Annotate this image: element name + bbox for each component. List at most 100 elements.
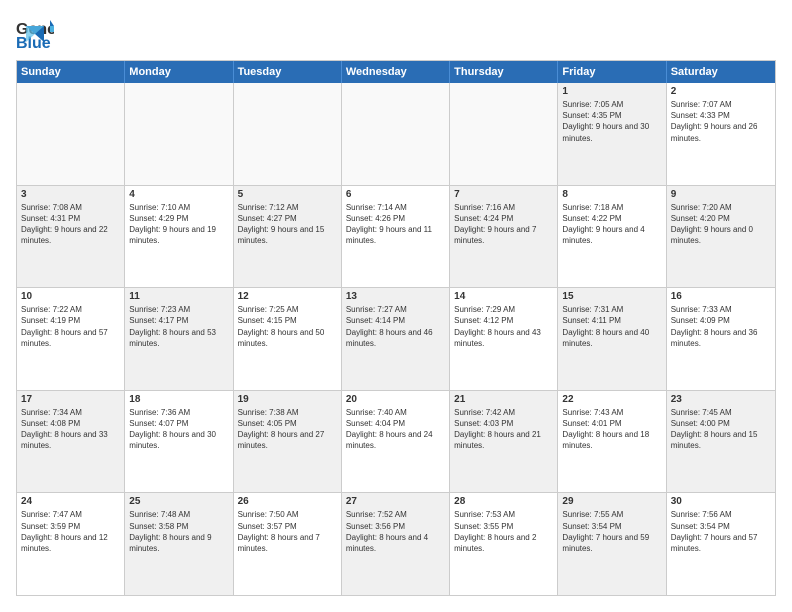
cal-cell-1: 1 Sunrise: 7:05 AM Sunset: 4:35 PM Daylig… [558,83,666,185]
cell-info: Sunrise: 7:53 AM Sunset: 3:55 PM Dayligh… [454,509,553,554]
day-number: 28 [454,496,553,507]
cal-cell-19: 19 Sunrise: 7:38 AM Sunset: 4:05 PM Dayli… [234,391,342,493]
page: General Blue [0,0,792,612]
cell-info: Sunrise: 7:10 AM Sunset: 4:29 PM Dayligh… [129,202,228,247]
cell-info: Sunrise: 7:38 AM Sunset: 4:05 PM Dayligh… [238,407,337,452]
cal-cell-21: 21 Sunrise: 7:42 AM Sunset: 4:03 PM Dayli… [450,391,558,493]
cell-info: Sunrise: 7:29 AM Sunset: 4:12 PM Dayligh… [454,304,553,349]
day-header-sunday: Sunday [17,61,125,83]
day-number: 18 [129,394,228,405]
day-number: 3 [21,189,120,200]
header: General Blue [16,16,776,52]
cal-cell-17: 17 Sunrise: 7:34 AM Sunset: 4:08 PM Dayli… [17,391,125,493]
cal-cell-empty-1 [125,83,233,185]
cell-info: Sunrise: 7:23 AM Sunset: 4:17 PM Dayligh… [129,304,228,349]
cal-cell-23: 23Sunrise: 7:45 AM Sunset: 4:00 PM Dayli… [667,391,775,493]
cell-info: Sunrise: 7:25 AM Sunset: 4:15 PM Dayligh… [238,304,337,349]
cal-cell-28: 28 Sunrise: 7:53 AM Sunset: 3:55 PM Dayli… [450,493,558,595]
week-row-5: 24 Sunrise: 7:47 AM Sunset: 3:59 PM Dayli… [17,492,775,595]
day-number: 2 [671,86,771,97]
cell-info: Sunrise: 7:34 AM Sunset: 4:08 PM Dayligh… [21,407,120,452]
day-number: 6 [346,189,445,200]
day-number: 14 [454,291,553,302]
day-header-thursday: Thursday [450,61,558,83]
cell-info: Sunrise: 7:55 AM Sunset: 3:54 PM Dayligh… [562,509,661,554]
cell-info: Sunrise: 7:20 AM Sunset: 4:20 PM Dayligh… [671,202,771,247]
cal-cell-30: 30Sunrise: 7:56 AM Sunset: 3:54 PM Dayli… [667,493,775,595]
cal-cell-12: 12 Sunrise: 7:25 AM Sunset: 4:15 PM Dayli… [234,288,342,390]
day-number: 20 [346,394,445,405]
cell-info: Sunrise: 7:16 AM Sunset: 4:24 PM Dayligh… [454,202,553,247]
calendar-body: 1 Sunrise: 7:05 AM Sunset: 4:35 PM Daylig… [17,83,775,595]
cal-cell-9: 9 Sunrise: 7:20 AM Sunset: 4:20 PM Daylig… [667,186,775,288]
day-number: 22 [562,394,661,405]
cal-cell-11: 11 Sunrise: 7:23 AM Sunset: 4:17 PM Dayli… [125,288,233,390]
cal-cell-empty-4 [450,83,558,185]
calendar-header: SundayMondayTuesdayWednesdayThursdayFrid… [17,61,775,83]
cal-cell-15: 15 Sunrise: 7:31 AM Sunset: 4:11 PM Dayli… [558,288,666,390]
cal-cell-20: 20 Sunrise: 7:40 AM Sunset: 4:04 PM Dayli… [342,391,450,493]
cal-cell-5: 5Sunrise: 7:12 AM Sunset: 4:27 PM Daylig… [234,186,342,288]
day-number: 9 [671,189,771,200]
day-header-saturday: Saturday [667,61,775,83]
cal-cell-24: 24 Sunrise: 7:47 AM Sunset: 3:59 PM Dayli… [17,493,125,595]
cal-cell-3: 3 Sunrise: 7:08 AM Sunset: 4:31 PM Daylig… [17,186,125,288]
cal-cell-27: 27 Sunrise: 7:52 AM Sunset: 3:56 PM Dayli… [342,493,450,595]
cell-info: Sunrise: 7:43 AM Sunset: 4:01 PM Dayligh… [562,407,661,452]
day-number: 13 [346,291,445,302]
day-number: 25 [129,496,228,507]
day-number: 1 [562,86,661,97]
cell-info: Sunrise: 7:56 AM Sunset: 3:54 PM Dayligh… [671,509,771,554]
logo: General Blue [16,16,44,52]
day-number: 4 [129,189,228,200]
cal-cell-25: 25 Sunrise: 7:48 AM Sunset: 3:58 PM Dayli… [125,493,233,595]
cell-info: Sunrise: 7:48 AM Sunset: 3:58 PM Dayligh… [129,509,228,554]
cell-info: Sunrise: 7:45 AM Sunset: 4:00 PM Dayligh… [671,407,771,452]
cal-cell-18: 18Sunrise: 7:36 AM Sunset: 4:07 PM Dayli… [125,391,233,493]
cell-info: Sunrise: 7:05 AM Sunset: 4:35 PM Dayligh… [562,99,661,144]
day-number: 29 [562,496,661,507]
cell-info: Sunrise: 7:14 AM Sunset: 4:26 PM Dayligh… [346,202,445,247]
day-header-friday: Friday [558,61,666,83]
cell-info: Sunrise: 7:42 AM Sunset: 4:03 PM Dayligh… [454,407,553,452]
day-number: 17 [21,394,120,405]
cal-cell-16: 16Sunrise: 7:33 AM Sunset: 4:09 PM Dayli… [667,288,775,390]
cell-info: Sunrise: 7:52 AM Sunset: 3:56 PM Dayligh… [346,509,445,554]
cal-cell-29: 29 Sunrise: 7:55 AM Sunset: 3:54 PM Dayli… [558,493,666,595]
logo-triangle-icon [26,26,44,42]
day-number: 26 [238,496,337,507]
day-number: 19 [238,394,337,405]
calendar: SundayMondayTuesdayWednesdayThursdayFrid… [16,60,776,596]
cell-info: Sunrise: 7:12 AM Sunset: 4:27 PM Dayligh… [238,202,337,247]
week-row-1: 1 Sunrise: 7:05 AM Sunset: 4:35 PM Daylig… [17,83,775,185]
cell-info: Sunrise: 7:47 AM Sunset: 3:59 PM Dayligh… [21,509,120,554]
cell-info: Sunrise: 7:33 AM Sunset: 4:09 PM Dayligh… [671,304,771,349]
week-row-4: 17 Sunrise: 7:34 AM Sunset: 4:08 PM Dayli… [17,390,775,493]
cal-cell-6: 6 Sunrise: 7:14 AM Sunset: 4:26 PM Daylig… [342,186,450,288]
day-number: 7 [454,189,553,200]
day-header-tuesday: Tuesday [234,61,342,83]
cal-cell-4: 4 Sunrise: 7:10 AM Sunset: 4:29 PM Daylig… [125,186,233,288]
cal-cell-7: 7 Sunrise: 7:16 AM Sunset: 4:24 PM Daylig… [450,186,558,288]
day-number: 24 [21,496,120,507]
cal-cell-13: 13Sunrise: 7:27 AM Sunset: 4:14 PM Dayli… [342,288,450,390]
cell-info: Sunrise: 7:08 AM Sunset: 4:31 PM Dayligh… [21,202,120,247]
day-number: 11 [129,291,228,302]
cal-cell-26: 26Sunrise: 7:50 AM Sunset: 3:57 PM Dayli… [234,493,342,595]
day-number: 12 [238,291,337,302]
cal-cell-empty-3 [342,83,450,185]
day-number: 15 [562,291,661,302]
week-row-2: 3 Sunrise: 7:08 AM Sunset: 4:31 PM Daylig… [17,185,775,288]
cal-cell-10: 10 Sunrise: 7:22 AM Sunset: 4:19 PM Dayli… [17,288,125,390]
day-number: 10 [21,291,120,302]
cell-info: Sunrise: 7:22 AM Sunset: 4:19 PM Dayligh… [21,304,120,349]
day-number: 21 [454,394,553,405]
cell-info: Sunrise: 7:18 AM Sunset: 4:22 PM Dayligh… [562,202,661,247]
day-number: 27 [346,496,445,507]
cal-cell-empty-2 [234,83,342,185]
cal-cell-2: 2Sunrise: 7:07 AM Sunset: 4:33 PM Daylig… [667,83,775,185]
cell-info: Sunrise: 7:31 AM Sunset: 4:11 PM Dayligh… [562,304,661,349]
day-number: 8 [562,189,661,200]
cell-info: Sunrise: 7:40 AM Sunset: 4:04 PM Dayligh… [346,407,445,452]
day-header-wednesday: Wednesday [342,61,450,83]
